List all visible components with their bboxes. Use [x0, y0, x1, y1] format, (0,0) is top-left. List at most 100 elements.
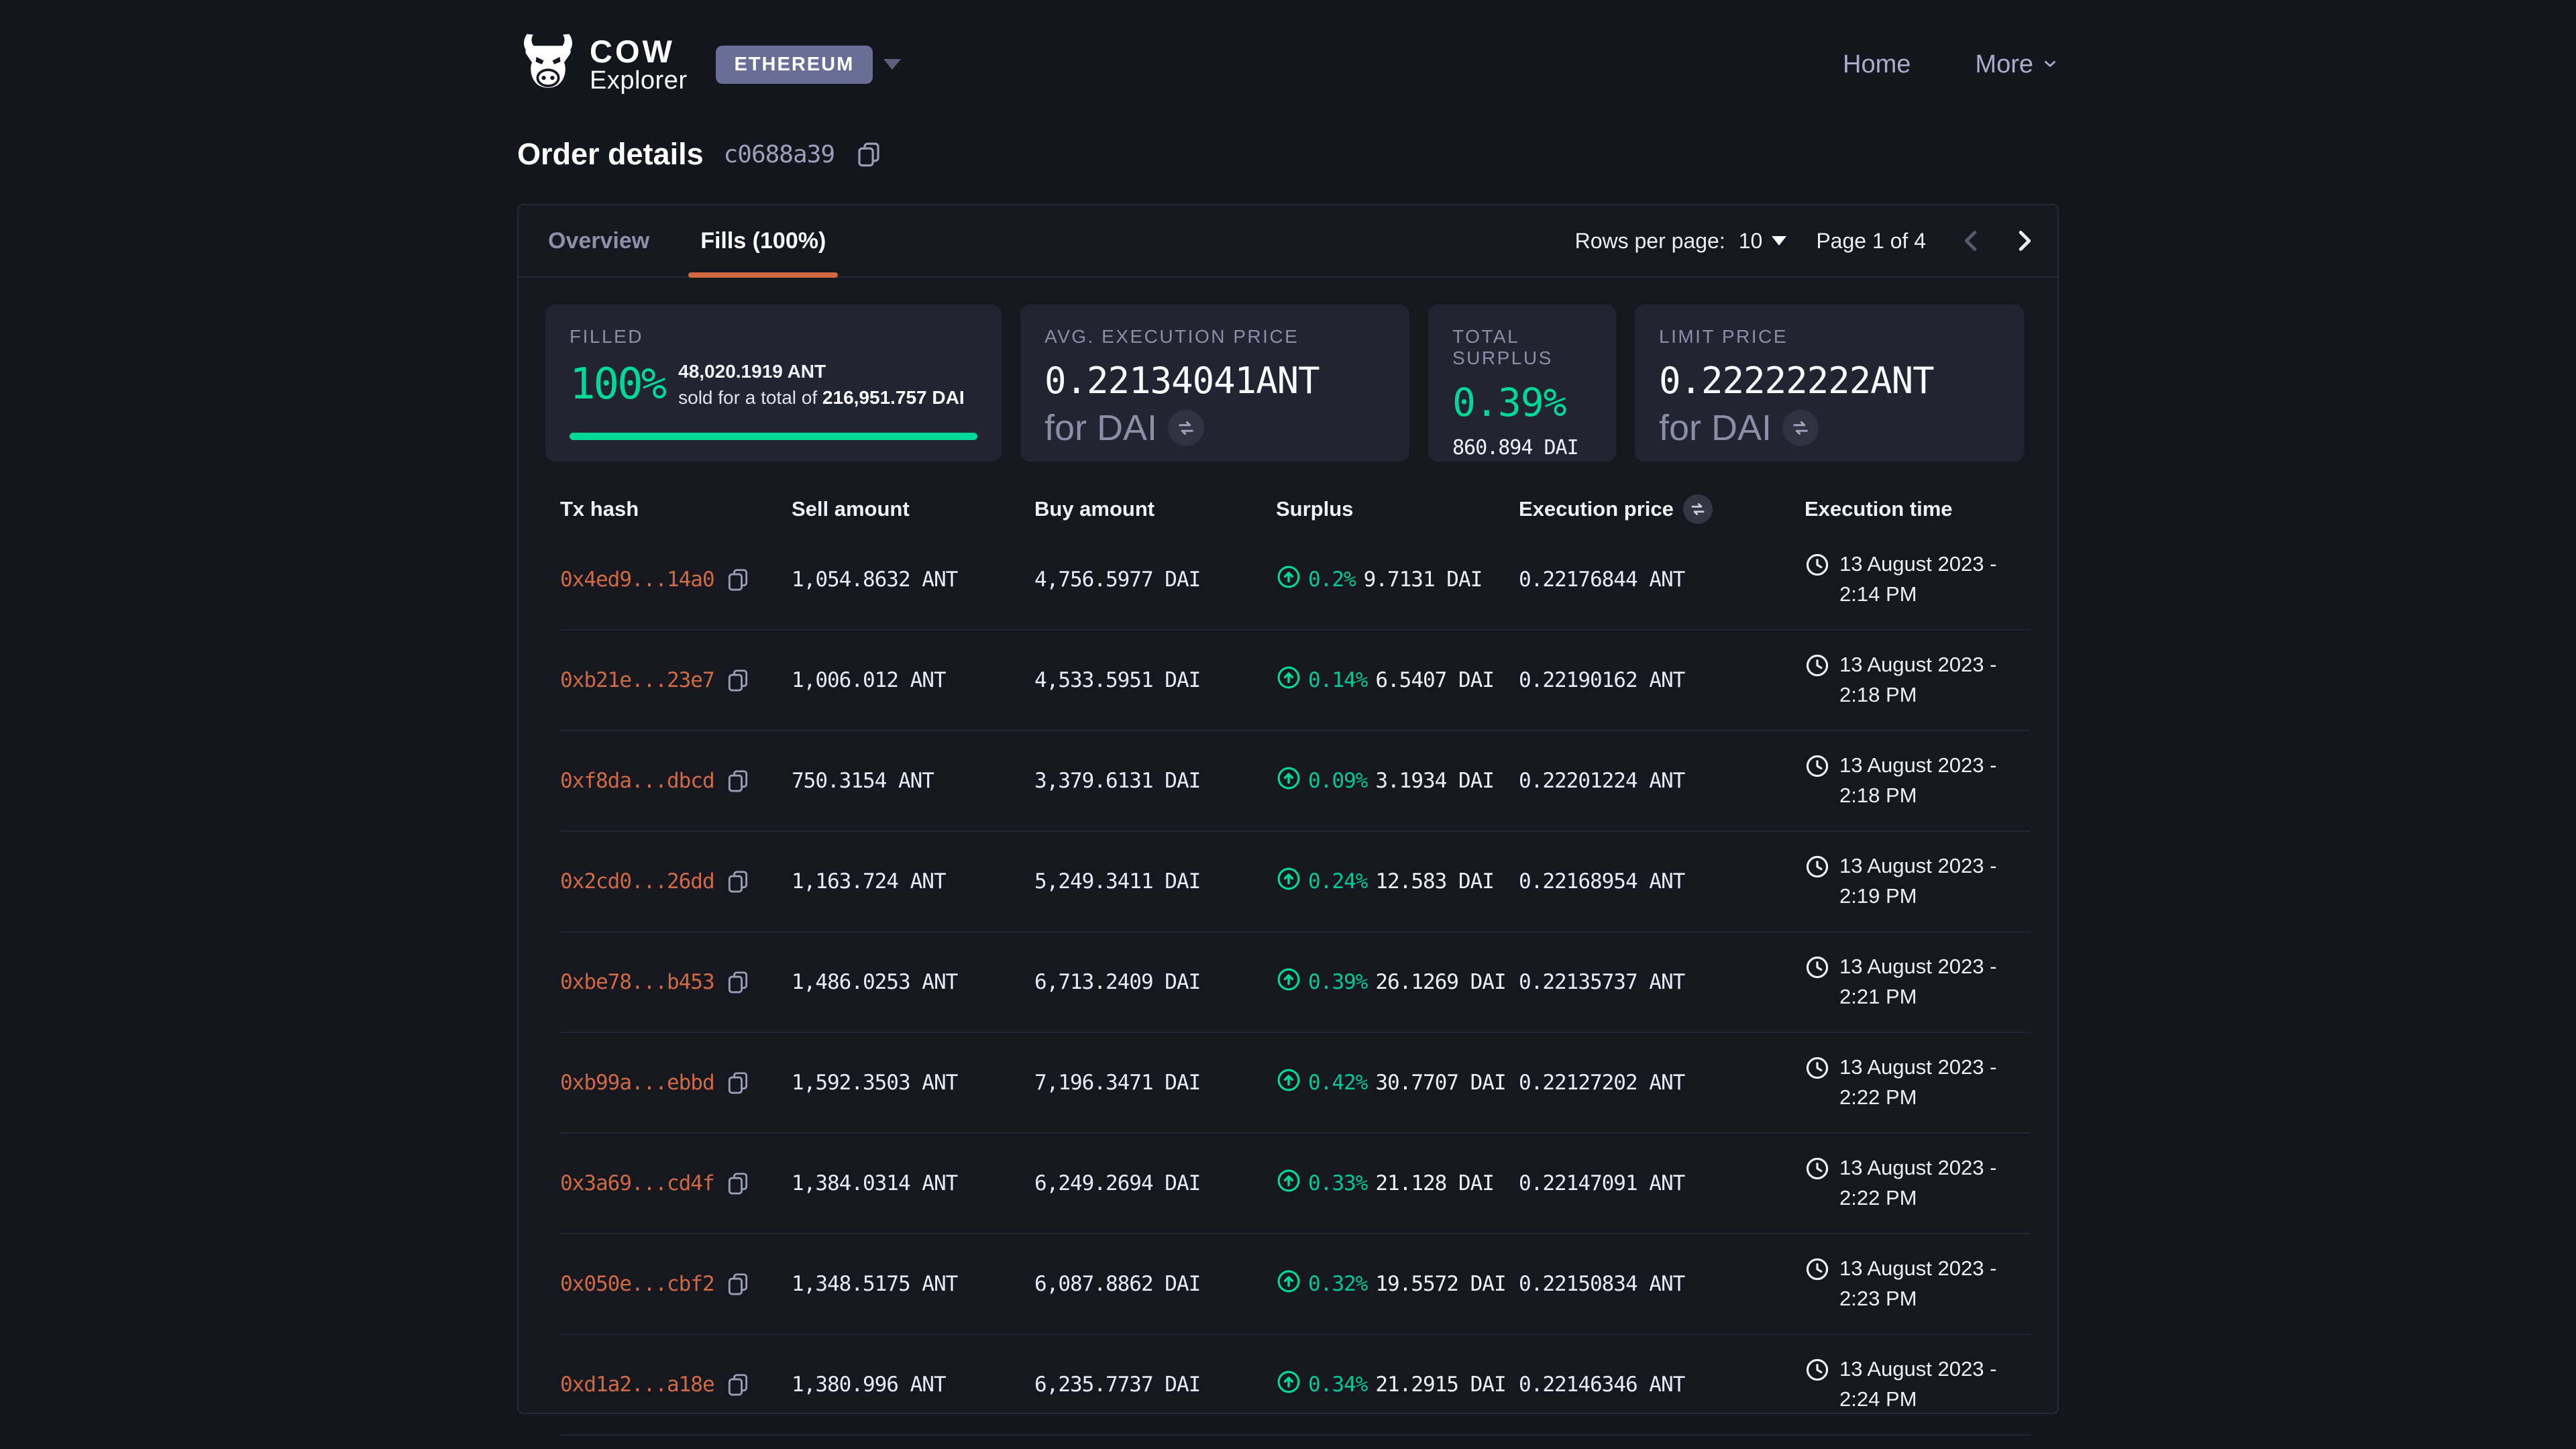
- clock-icon: [1805, 1354, 1830, 1388]
- surplus-percent: 0.09%: [1308, 769, 1367, 793]
- limit-price-card: LIMIT PRICE 0.22222222ANT for DAI: [1635, 305, 2024, 462]
- next-page-button[interactable]: [2008, 225, 2040, 257]
- execution-time-text: 13 August 2023 - 2:21 PM: [1839, 952, 2031, 1012]
- filled-card: FILLED 100% 48,020.1919 ANT sold for a t…: [545, 305, 1002, 462]
- tabs-row: Overview Fills (100%) Rows per page: 10 …: [519, 205, 2057, 278]
- tx-hash-link[interactable]: 0x050e...cbf2: [560, 1272, 714, 1296]
- nav-home-link[interactable]: Home: [1843, 50, 1911, 79]
- tx-hash-link[interactable]: 0xb99a...ebbd: [560, 1071, 714, 1095]
- total-surplus-amount: 860.894 DAI: [1452, 436, 1592, 460]
- nav-more-menu[interactable]: More: [1975, 50, 2059, 79]
- sell-amount-cell: 1,006.012 ANT: [792, 668, 1034, 692]
- tx-hash-link[interactable]: 0x2cd0...26dd: [560, 869, 714, 894]
- logo-wordmark: COW Explorer: [590, 36, 688, 94]
- filled-percent: 100%: [570, 360, 665, 409]
- sold-prefix: sold for a total of: [678, 387, 822, 408]
- summary-cards: FILLED 100% 48,020.1919 ANT sold for a t…: [545, 305, 2031, 462]
- network-badge[interactable]: ETHEREUM: [716, 46, 873, 84]
- table-row: 0xd1a2...a18e 1,380.996 ANT 6,235.7737 D…: [560, 1335, 2031, 1436]
- previous-page-button[interactable]: [1955, 225, 1988, 257]
- copy-tx-hash-icon[interactable]: [725, 969, 751, 995]
- limit-price-unit: for DAI: [1659, 407, 1772, 449]
- copy-order-id-icon[interactable]: [855, 140, 883, 168]
- limit-price-value: 0.22222222ANT: [1659, 360, 2000, 402]
- sell-amount-cell: 1,348.5175 ANT: [792, 1272, 1034, 1296]
- surplus-percent: 0.24%: [1308, 869, 1367, 894]
- total-surplus-percent: 0.39%: [1452, 380, 1592, 425]
- tx-hash-link[interactable]: 0xd1a2...a18e: [560, 1373, 714, 1397]
- invert-price-icon[interactable]: [1168, 410, 1204, 446]
- tx-hash-link[interactable]: 0x4ed9...14a0: [560, 568, 714, 592]
- filled-progress-bar: [570, 433, 977, 440]
- total-surplus-card: TOTAL SURPLUS 0.39% 860.894 DAI: [1428, 305, 1616, 462]
- rows-per-page-caret-icon: [1772, 236, 1786, 246]
- clock-icon: [1805, 751, 1830, 784]
- surplus-amount: 12.583 DAI: [1375, 869, 1494, 894]
- sell-amount-cell: 1,380.996 ANT: [792, 1373, 1034, 1397]
- surplus-up-icon: [1276, 1369, 1301, 1400]
- invert-price-icon[interactable]: [1782, 410, 1819, 446]
- buy-amount-cell: 5,249.3411 DAI: [1034, 869, 1276, 894]
- column-tx-hash: Tx hash: [560, 497, 792, 521]
- fills-table-body: 0x4ed9...14a0 1,054.8632 ANT 4,756.5977 …: [560, 530, 2031, 1436]
- buy-amount-cell: 4,756.5977 DAI: [1034, 568, 1276, 592]
- copy-tx-hash-icon[interactable]: [725, 1171, 751, 1196]
- column-execution-time: Execution time: [1805, 497, 2031, 521]
- clock-icon: [1805, 851, 1830, 885]
- network-caret-icon: [883, 59, 901, 70]
- tab-fills[interactable]: Fills (100%): [688, 205, 838, 276]
- page-indicator: Page 1 of 4: [1816, 229, 1926, 254]
- execution-time-text: 13 August 2023 - 2:14 PM: [1839, 549, 2031, 610]
- rows-per-page-label: Rows per page:: [1575, 229, 1725, 254]
- tx-hash-link[interactable]: 0xf8da...dbcd: [560, 769, 714, 793]
- clock-icon: [1805, 1053, 1830, 1086]
- clock-icon: [1805, 1254, 1830, 1287]
- surplus-up-icon: [1276, 1168, 1301, 1199]
- sell-amount-cell: 1,384.0314 ANT: [792, 1171, 1034, 1195]
- buy-amount-cell: 6,087.8862 DAI: [1034, 1272, 1276, 1296]
- table-row: 0xf8da...dbcd 750.3154 ANT 3,379.6131 DA…: [560, 731, 2031, 832]
- copy-tx-hash-icon[interactable]: [725, 567, 751, 592]
- table-row: 0xb21e...23e7 1,006.012 ANT 4,533.5951 D…: [560, 631, 2031, 731]
- cow-explorer-logo[interactable]: COW Explorer: [517, 32, 688, 97]
- execution-time-text: 13 August 2023 - 2:23 PM: [1839, 1254, 2031, 1314]
- execution-time-text: 13 August 2023 - 2:19 PM: [1839, 851, 2031, 912]
- table-row: 0x3a69...cd4f 1,384.0314 ANT 6,249.2694 …: [560, 1134, 2031, 1234]
- sold-total: 216,951.757 DAI: [822, 387, 965, 408]
- clock-icon: [1805, 952, 1830, 985]
- network-selector[interactable]: ETHEREUM: [716, 46, 902, 84]
- copy-tx-hash-icon[interactable]: [725, 768, 751, 794]
- tx-hash-link[interactable]: 0x3a69...cd4f: [560, 1171, 714, 1195]
- execution-price-cell: 0.22176844 ANT: [1519, 568, 1805, 592]
- avg-execution-price-label: AVG. EXECUTION PRICE: [1044, 326, 1385, 347]
- execution-price-cell: 0.22150834 ANT: [1519, 1272, 1805, 1296]
- clock-icon: [1805, 549, 1830, 583]
- tx-hash-link[interactable]: 0xbe78...b453: [560, 970, 714, 994]
- order-fills-panel: Overview Fills (100%) Rows per page: 10 …: [517, 204, 2059, 1414]
- execution-price-cell: 0.22135737 ANT: [1519, 970, 1805, 994]
- copy-tx-hash-icon[interactable]: [725, 1070, 751, 1095]
- rows-per-page-select[interactable]: 10: [1739, 229, 1787, 254]
- copy-tx-hash-icon[interactable]: [725, 667, 751, 693]
- surplus-percent: 0.32%: [1308, 1272, 1367, 1296]
- buy-amount-cell: 6,249.2694 DAI: [1034, 1171, 1276, 1195]
- copy-tx-hash-icon[interactable]: [725, 1372, 751, 1397]
- tx-hash-link[interactable]: 0xb21e...23e7: [560, 668, 714, 692]
- page-title: Order details: [517, 137, 704, 172]
- column-sell-amount: Sell amount: [792, 497, 1034, 521]
- surplus-percent: 0.42%: [1308, 1071, 1367, 1095]
- copy-tx-hash-icon[interactable]: [725, 869, 751, 894]
- limit-price-label: LIMIT PRICE: [1659, 326, 2000, 347]
- surplus-up-icon: [1276, 765, 1301, 796]
- tab-overview[interactable]: Overview: [536, 205, 661, 276]
- buy-amount-cell: 6,235.7737 DAI: [1034, 1373, 1276, 1397]
- execution-price-invert-icon[interactable]: [1683, 494, 1713, 524]
- cow-logo-icon: [517, 32, 579, 97]
- total-surplus-label: TOTAL SURPLUS: [1452, 326, 1592, 369]
- copy-tx-hash-icon[interactable]: [725, 1271, 751, 1297]
- filled-amount: 48,020.1919 ANT: [678, 358, 965, 384]
- buy-amount-cell: 3,379.6131 DAI: [1034, 769, 1276, 793]
- buy-amount-cell: 7,196.3471 DAI: [1034, 1071, 1276, 1095]
- avg-execution-price-value: 0.22134041ANT: [1044, 360, 1385, 402]
- surplus-percent: 0.2%: [1308, 568, 1356, 592]
